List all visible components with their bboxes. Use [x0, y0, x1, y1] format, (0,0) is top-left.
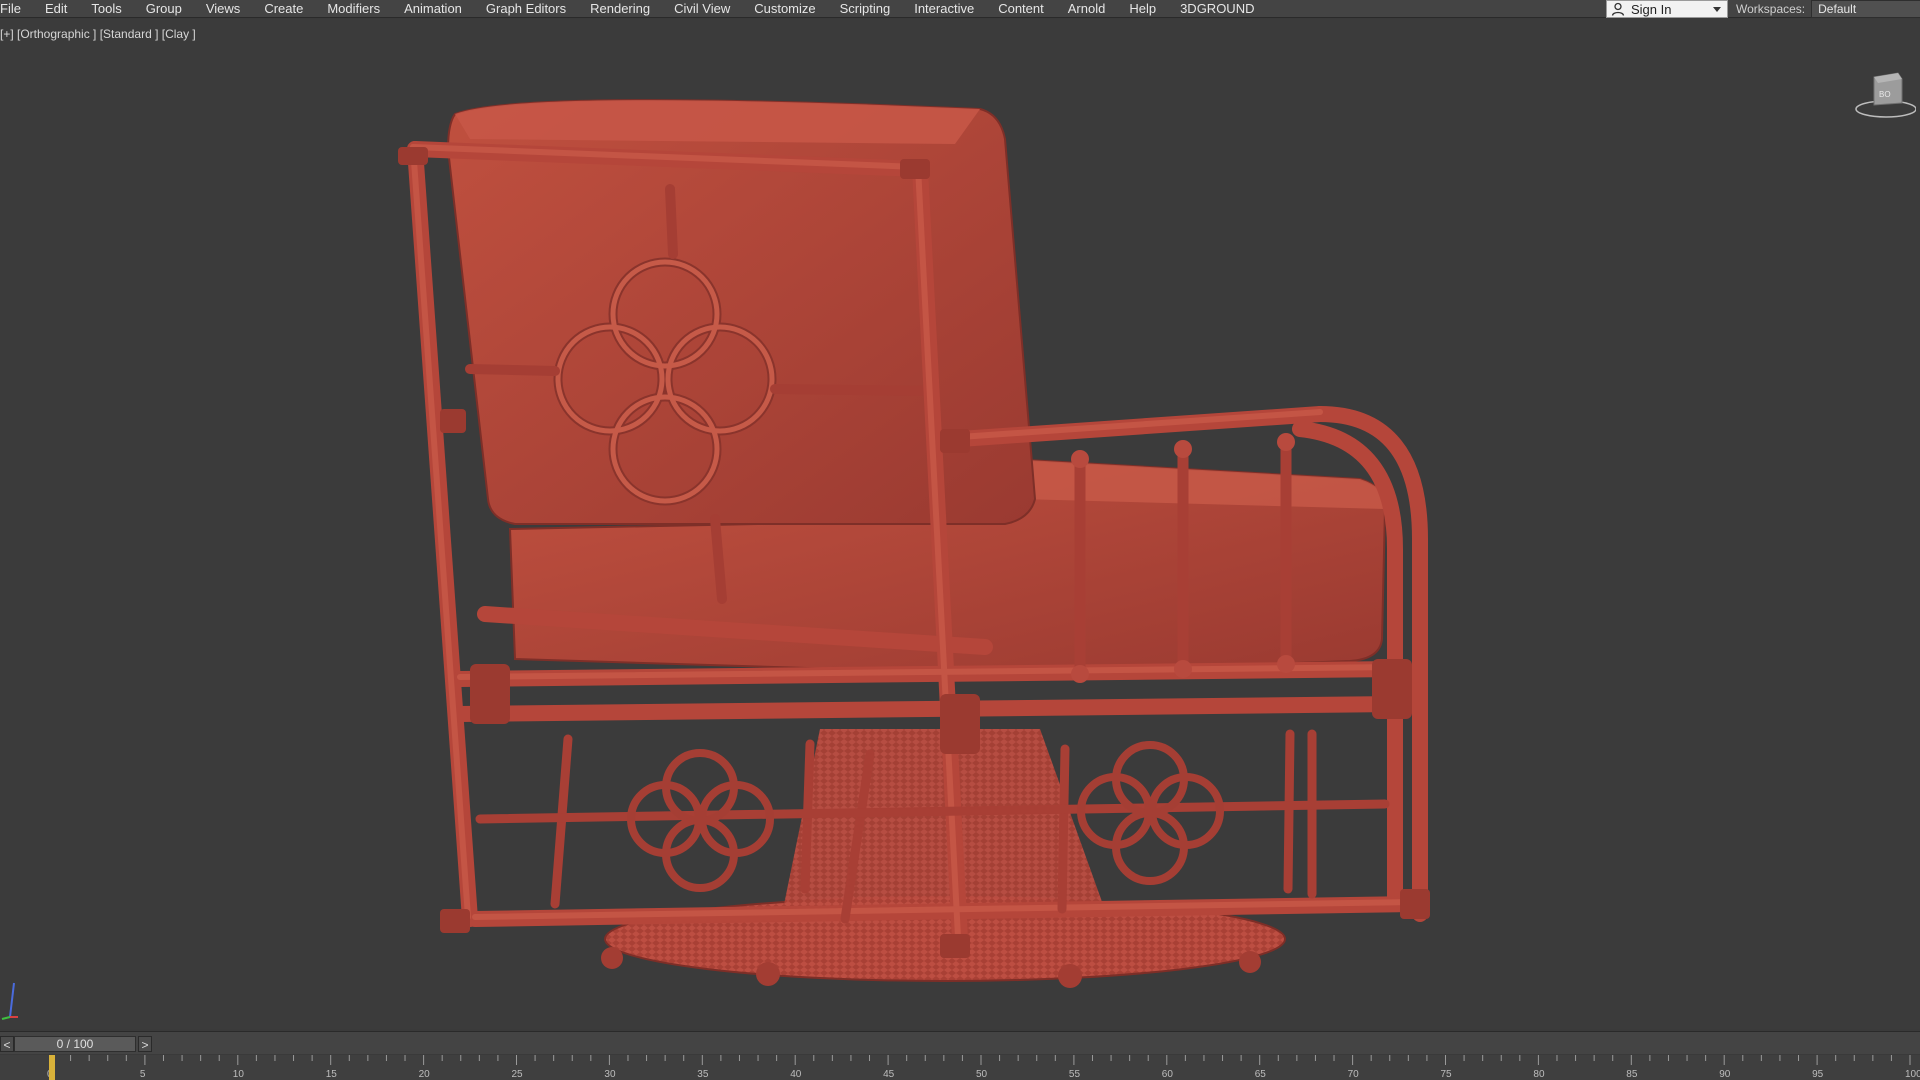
tick-label: 100 — [1905, 1069, 1920, 1080]
tick-label: 5 — [140, 1069, 146, 1080]
chevron-down-icon — [1713, 7, 1721, 12]
tick-label: 50 — [976, 1069, 988, 1080]
menu-arnold[interactable]: Arnold — [1056, 1, 1118, 17]
sign-in-label: Sign In — [1631, 1, 1672, 17]
menu-graph-editors[interactable]: Graph Editors — [474, 1, 578, 17]
current-frame-marker[interactable] — [49, 1055, 55, 1080]
menu-views[interactable]: Views — [194, 1, 252, 17]
track-bar[interactable]: 0510152025303540455055606570758085909510… — [0, 1055, 1920, 1080]
tick-label: 60 — [1162, 1069, 1174, 1080]
tick-label: 10 — [233, 1069, 245, 1080]
tick-label: 30 — [604, 1069, 616, 1080]
menu-create[interactable]: Create — [252, 1, 315, 17]
tick-label: 15 — [326, 1069, 338, 1080]
menu-animation[interactable]: Animation — [392, 1, 474, 17]
workspaces-label: Workspaces: — [1736, 2, 1806, 16]
tick-label: 40 — [790, 1069, 802, 1080]
tick-label: 25 — [512, 1069, 524, 1080]
time-slider[interactable]: 0 / 100 — [14, 1036, 136, 1052]
menu-group[interactable]: Group — [134, 1, 194, 17]
frame-ruler: 0510152025303540455055606570758085909510… — [47, 1055, 1920, 1080]
menu-help[interactable]: Help — [1117, 1, 1168, 17]
menu-rendering[interactable]: Rendering — [578, 1, 662, 17]
tick-label: 90 — [1719, 1069, 1731, 1080]
tick-label: 95 — [1812, 1069, 1824, 1080]
axis-tripod-icon — [1, 982, 18, 1020]
tick-label: 45 — [883, 1069, 895, 1080]
tick-label: 20 — [419, 1069, 431, 1080]
menu-customize[interactable]: Customize — [742, 1, 827, 17]
menu-modifiers[interactable]: Modifiers — [315, 1, 392, 17]
tick-label: 70 — [1348, 1069, 1360, 1080]
viewport[interactable]: [+] [Orthographic ] [Standard ] [Clay ] … — [0, 19, 1920, 1029]
tick-label: 35 — [697, 1069, 709, 1080]
tick-label: 55 — [1069, 1069, 1081, 1080]
viewcube-face-label: BO — [1879, 90, 1891, 99]
viewport-label[interactable]: [+] [Orthographic ] [Standard ] [Clay ] — [0, 27, 196, 41]
workspace-select[interactable]: Default — [1811, 0, 1920, 18]
menu-interactive[interactable]: Interactive — [902, 1, 986, 17]
menu-scripting[interactable]: Scripting — [828, 1, 903, 17]
sign-in-dropdown[interactable]: Sign In — [1606, 0, 1728, 18]
user-icon — [1611, 2, 1625, 16]
tick-label: 85 — [1626, 1069, 1638, 1080]
menu-content[interactable]: Content — [986, 1, 1056, 17]
menu-file[interactable]: File — [0, 1, 33, 17]
tick-label: 80 — [1533, 1069, 1545, 1080]
time-slider-bar: < 0 / 100 > — [0, 1031, 1920, 1054]
time-next-button[interactable]: > — [138, 1036, 152, 1052]
time-prev-button[interactable]: < — [0, 1036, 14, 1052]
menu-3dground[interactable]: 3DGROUND — [1168, 1, 1266, 17]
menu-edit[interactable]: Edit — [33, 1, 79, 17]
tick-label: 75 — [1441, 1069, 1453, 1080]
viewcube-icon[interactable]: BO — [1852, 63, 1916, 123]
armchair-model — [398, 99, 1430, 988]
menu-tools[interactable]: Tools — [79, 1, 133, 17]
workspaces-group: Workspaces: Default — [1736, 0, 1920, 18]
menu-civil-view[interactable]: Civil View — [662, 1, 742, 17]
tick-label: 65 — [1255, 1069, 1267, 1080]
